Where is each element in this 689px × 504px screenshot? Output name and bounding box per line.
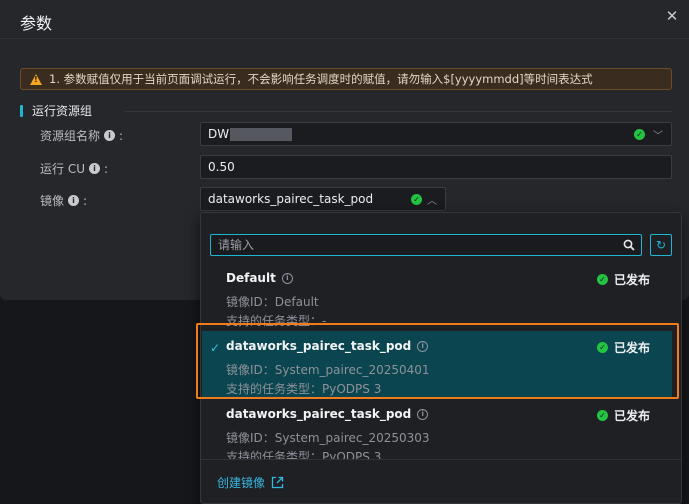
image-option[interactable]: dataworks_pairec_task_pod i 镜像ID：System_… <box>202 399 672 459</box>
info-icon[interactable]: i <box>281 272 293 284</box>
option-task-types: 支持的任务类型：PyODPS 3 <box>226 450 382 459</box>
section-title: 运行资源组 <box>20 104 93 118</box>
section-title-text: 运行资源组 <box>32 104 93 118</box>
image-dropdown: ↻ Default i 镜像ID：Default 支持的任务类型：- ✓ 已发布… <box>200 212 682 504</box>
close-icon[interactable]: ✕ <box>665 9 679 24</box>
resource-group-value: DW <box>208 127 230 141</box>
info-icon[interactable]: i <box>104 130 116 141</box>
option-name: dataworks_pairec_task_pod i <box>226 407 429 421</box>
status-badge: ✓ 已发布 <box>597 271 650 288</box>
section-accent-bar <box>20 104 23 117</box>
status-badge: ✓ 已发布 <box>597 339 650 356</box>
external-link-icon <box>271 476 284 489</box>
check-circle-icon: ✓ <box>597 342 608 353</box>
create-image-link[interactable]: 创建镜像 <box>217 474 284 491</box>
header-divider <box>0 38 689 39</box>
cu-value: 0.50 <box>208 160 235 174</box>
option-image-id: 镜像ID：System_pairec_20250401 <box>226 363 430 377</box>
redacted-name <box>230 127 293 141</box>
option-task-types: 支持的任务类型：- <box>226 314 327 328</box>
warning-text: 1. 参数赋值仅用于当前页面调试运行，不会影响任务调度时的赋值，请勿输入$[yy… <box>49 72 593 86</box>
chevron-up-icon[interactable]: ︿ <box>427 192 437 207</box>
resource-group-label: 资源组名称 i : <box>40 128 124 144</box>
image-select[interactable]: dataworks_pairec_task_pod ✓ ︿ <box>200 187 446 211</box>
option-name: dataworks_pairec_task_pod i <box>226 339 429 353</box>
info-icon[interactable]: i <box>417 340 429 352</box>
check-circle-icon: ✓ <box>411 193 422 205</box>
cu-input[interactable]: 0.50 <box>200 155 672 179</box>
check-circle-icon: ✓ <box>634 128 645 140</box>
image-option[interactable]: Default i 镜像ID：Default 支持的任务类型：- ✓ 已发布 <box>202 263 672 331</box>
info-icon[interactable]: i <box>88 163 100 174</box>
section-divider <box>124 111 672 112</box>
modal-title: 参数 <box>20 14 53 33</box>
chevron-down-icon[interactable]: ﹀ <box>653 127 663 142</box>
resource-group-select[interactable]: DW ✓ ﹀ <box>200 122 672 146</box>
warning-icon <box>30 73 42 85</box>
info-icon[interactable]: i <box>68 195 80 206</box>
search-box <box>210 234 642 256</box>
option-name: Default i <box>226 271 293 285</box>
search-icon[interactable] <box>623 239 635 251</box>
option-image-id: 镜像ID：System_pairec_20250303 <box>226 431 430 445</box>
info-icon[interactable]: i <box>417 408 429 420</box>
refresh-button[interactable]: ↻ <box>650 234 672 256</box>
refresh-icon: ↻ <box>655 238 667 252</box>
image-label: 镜像 i : <box>40 193 88 209</box>
option-image-id: 镜像ID：Default <box>226 295 319 309</box>
check-circle-icon: ✓ <box>597 410 608 421</box>
warning-banner: 1. 参数赋值仅用于当前页面调试运行，不会影响任务调度时的赋值，请勿输入$[yy… <box>20 68 672 90</box>
check-circle-icon: ✓ <box>597 274 608 285</box>
status-badge: ✓ 已发布 <box>597 407 650 424</box>
search-input[interactable] <box>211 235 611 255</box>
option-task-types: 支持的任务类型：PyODPS 3 <box>226 382 382 396</box>
dropdown-divider <box>201 459 681 460</box>
image-value: dataworks_pairec_task_pod <box>208 192 374 206</box>
checkmark-icon: ✓ <box>210 341 221 355</box>
image-option-selected[interactable]: ✓ dataworks_pairec_task_pod i 镜像ID：Syste… <box>202 331 672 399</box>
cu-label: 运行 CU i : <box>40 161 109 177</box>
